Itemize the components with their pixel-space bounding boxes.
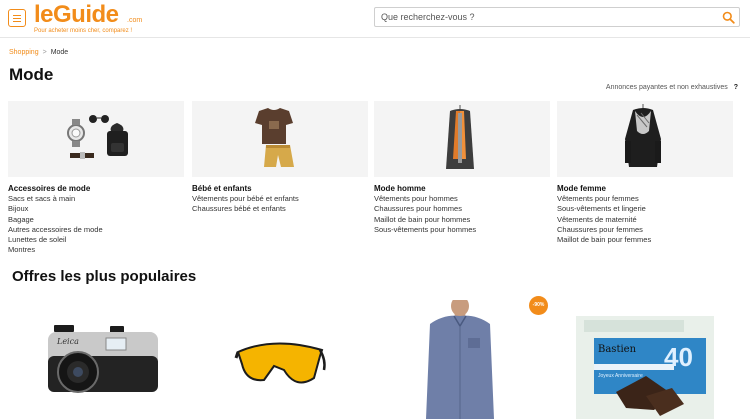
- subcategory-list: Sacs et sacs à main Bijoux Bagage Autres…: [8, 194, 184, 256]
- subcategory-link[interactable]: Sous-vêtements pour hommes: [374, 225, 550, 235]
- subcategory-list: Vêtements pour hommes Chaussures pour ho…: [374, 194, 550, 235]
- subcategory-link[interactable]: Autres accessoires de mode: [8, 225, 184, 235]
- chocolate-product-image: [576, 316, 714, 419]
- product-chocolate-bar[interactable]: Bastien 40 Joyeux Anniversaire: [576, 300, 714, 419]
- category-title[interactable]: Mode homme: [374, 184, 550, 194]
- category-accessoires[interactable]: Accessoires de mode Sacs et sacs à main …: [8, 101, 184, 256]
- logo-domain: .com: [127, 17, 143, 24]
- logo-tagline: Pour acheter moins cher, comparez !: [34, 28, 133, 34]
- ads-disclaimer-text: Annonces payantes et non exhaustives: [605, 84, 728, 91]
- accessories-illustration: [67, 115, 128, 159]
- category-mode-homme[interactable]: Mode homme Vêtements pour hommes Chaussu…: [374, 101, 550, 235]
- menu-button[interactable]: [8, 9, 26, 27]
- product-mens-shirt[interactable]: [424, 300, 496, 419]
- subcategory-link[interactable]: Montres: [8, 245, 184, 255]
- category-image-homme[interactable]: [374, 101, 550, 177]
- subcategory-link[interactable]: Chaussures pour femmes: [557, 225, 733, 235]
- chocolate-card-number: 40: [664, 342, 693, 372]
- hamburger-icon: [13, 15, 21, 16]
- category-title[interactable]: Bébé et enfants: [192, 184, 368, 194]
- subcategory-link[interactable]: Vêtements pour hommes: [374, 194, 550, 204]
- breadcrumb-current: Mode: [50, 49, 69, 56]
- search-input[interactable]: Que recherchez-vous ?: [374, 7, 740, 27]
- product-safety-glasses[interactable]: [234, 300, 328, 419]
- product-camera[interactable]: Leica: [44, 300, 168, 419]
- subcategory-link[interactable]: Bijoux: [8, 204, 184, 214]
- subcategory-link[interactable]: Chaussures pour hommes: [374, 204, 550, 214]
- site-header: leGuide .com Pour acheter moins cher, co…: [0, 0, 750, 38]
- subcategory-link[interactable]: Vêtements pour bébé et enfants: [192, 194, 368, 204]
- kids-clothes-illustration: [255, 108, 294, 167]
- subcategory-link[interactable]: Vêtements de maternité: [557, 215, 733, 225]
- category-image-bebe[interactable]: [192, 101, 368, 177]
- breadcrumb: Shopping > Mode: [9, 49, 68, 56]
- subcategory-link[interactable]: Maillot de bain pour hommes: [374, 215, 550, 225]
- camera-product-image: [48, 325, 158, 393]
- search-placeholder: Que recherchez-vous ?: [381, 12, 475, 22]
- subcategory-link[interactable]: Maillot de bain pour femmes: [557, 235, 733, 245]
- offers-heading: Offres les plus populaires: [12, 268, 197, 285]
- search-icon[interactable]: [722, 11, 735, 24]
- chocolate-card-name: Bastien: [598, 344, 637, 355]
- subcategory-link[interactable]: Lunettes de soleil: [8, 235, 184, 245]
- logo-text: leGuide: [34, 1, 119, 28]
- breadcrumb-separator: >: [42, 49, 47, 56]
- site-logo[interactable]: leGuide .com Pour acheter moins cher, co…: [34, 1, 144, 37]
- category-image-femme[interactable]: [557, 101, 733, 177]
- subcategory-link[interactable]: Sous-vêtements et lingerie: [557, 204, 733, 214]
- category-image-accessoires[interactable]: [8, 101, 184, 177]
- subcategory-link[interactable]: Chaussures bébé et enfants: [192, 204, 368, 214]
- category-bebe-enfants[interactable]: Bébé et enfants Vêtements pour bébé et e…: [192, 101, 368, 215]
- subcategory-link[interactable]: Sacs et sacs à main: [8, 194, 184, 204]
- subcategory-list: Vêtements pour bébé et enfants Chaussure…: [192, 194, 368, 215]
- category-mode-femme[interactable]: Mode femme Vêtements pour femmes Sous-vê…: [557, 101, 733, 245]
- category-title[interactable]: Accessoires de mode: [8, 184, 184, 194]
- safety-glasses-image: [234, 342, 326, 384]
- subcategory-link[interactable]: Bagage: [8, 215, 184, 225]
- help-icon[interactable]: ?: [734, 84, 738, 91]
- shirt-product-image: [426, 300, 494, 419]
- womens-jacket-illustration: [625, 104, 661, 167]
- category-title[interactable]: Mode femme: [557, 184, 733, 194]
- page-title: Mode: [9, 65, 54, 84]
- chocolate-card-text: Joyeux Anniversaire: [598, 373, 643, 379]
- breadcrumb-home[interactable]: Shopping: [9, 49, 39, 56]
- camera-brand: Leica: [57, 337, 79, 346]
- subcategory-link[interactable]: Vêtements pour femmes: [557, 194, 733, 204]
- mens-coat-illustration: [446, 105, 474, 169]
- discount-badge: -90%: [529, 296, 548, 315]
- ads-disclaimer: Annonces payantes et non exhaustives?: [606, 84, 738, 91]
- subcategory-list: Vêtements pour femmes Sous-vêtements et …: [557, 194, 733, 245]
